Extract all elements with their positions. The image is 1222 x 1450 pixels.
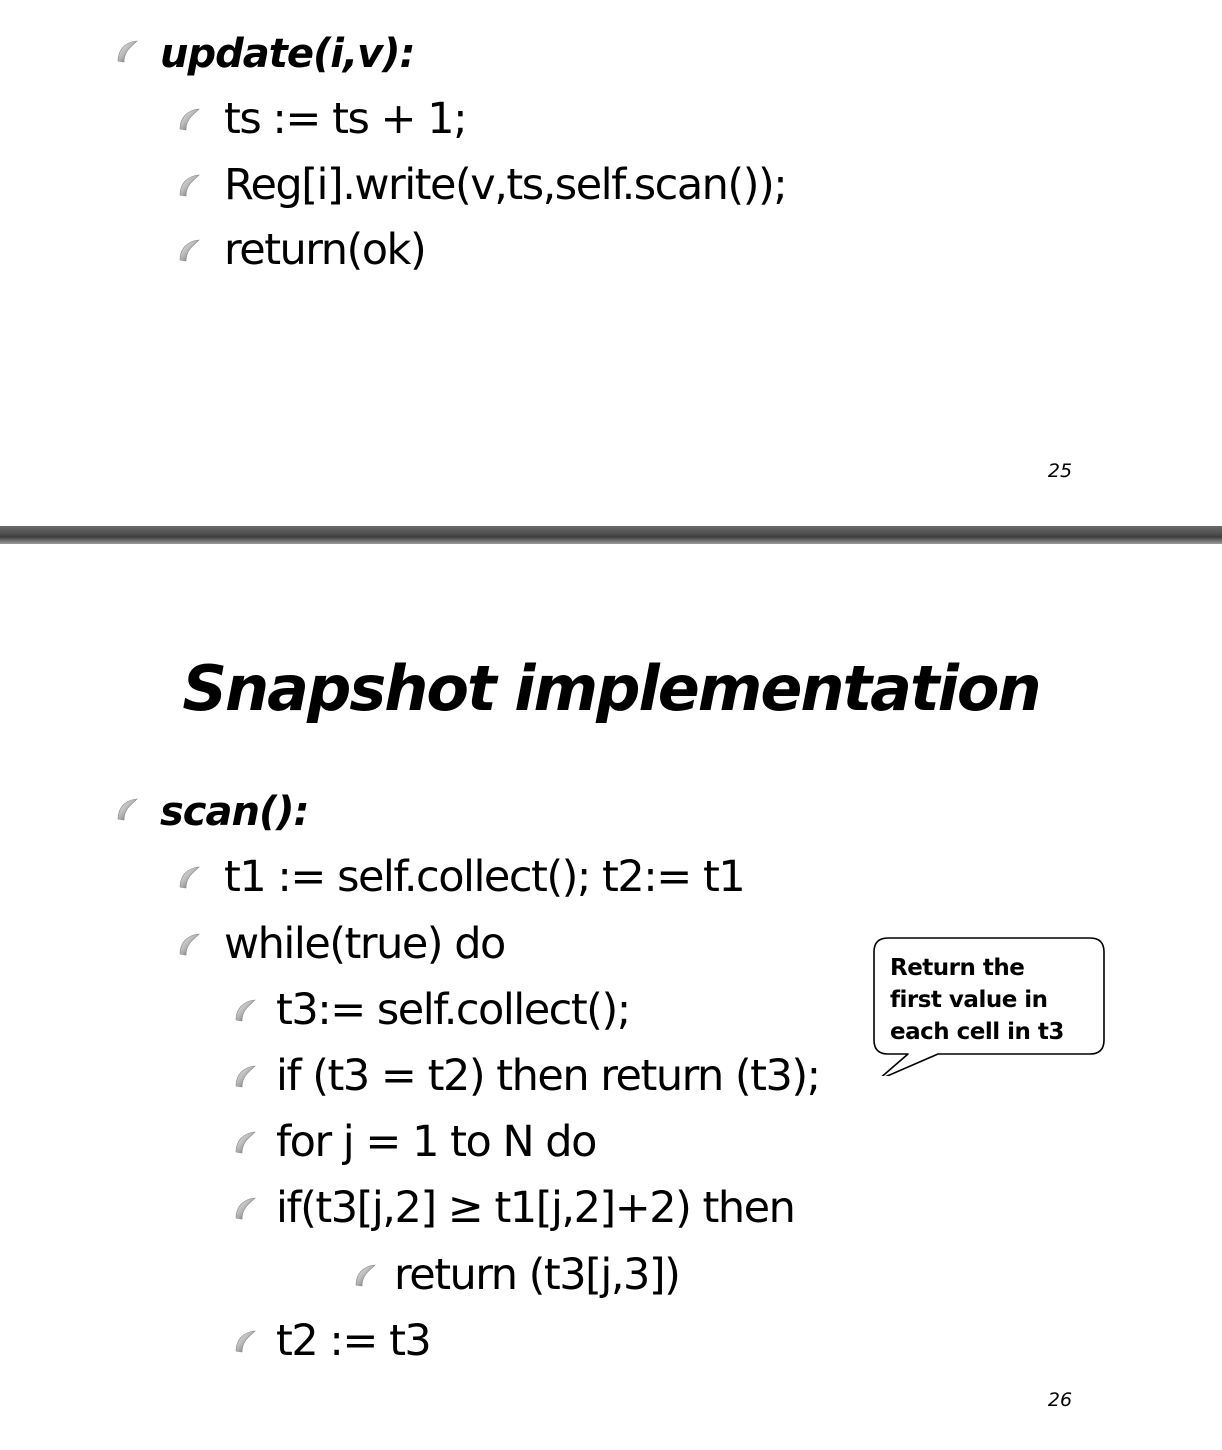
bullet-icon (114, 796, 140, 822)
slide-25-line-1-text: ts := ts + 1; (224, 94, 468, 144)
slide-title: Snapshot implementation (182, 652, 1041, 725)
bullet-icon (176, 172, 202, 198)
slide-25-heading: update(i,v): (160, 31, 416, 77)
slide-26-heading: scan(): (160, 789, 310, 835)
callout-bubble: Return the first value in each cell in t… (872, 936, 1106, 1076)
bullet-icon (232, 997, 258, 1023)
code-line-text: return (t3[j,3]) (394, 1250, 681, 1300)
page-number: 25 (1047, 460, 1073, 482)
code-line-text: if (t3 = t2) then return (t3); (276, 1051, 821, 1101)
bullet-icon (232, 1195, 258, 1221)
callout-line: first value in (890, 987, 1048, 1013)
bullet-icon (176, 864, 202, 890)
callout-line: Return the (890, 955, 1025, 981)
code-line-text: t1 := self.collect(); t2:= t1 (224, 852, 746, 902)
slide-25-line-3-text: return(ok) (224, 225, 427, 275)
bullet-icon (352, 1262, 378, 1288)
bullet-icon (232, 1328, 258, 1354)
bullet-icon (176, 106, 202, 132)
bullet-icon (176, 931, 202, 957)
code-line-text: for j = 1 to N do (276, 1117, 597, 1167)
callout-text: Return the first value in each cell in t… (890, 952, 1100, 1048)
code-line-text: t3:= self.collect(); (276, 985, 631, 1035)
slide-25-line-2-text: Reg[i].write(v,ts,self.scan()); (224, 160, 788, 210)
page-number: 26 (1047, 1389, 1073, 1411)
code-line-text: if(t3[j,2] ≥ t1[j,2]+2) then (276, 1183, 796, 1233)
slide-25: update(i,v): ts := ts + 1; Reg[i].write(… (0, 0, 1222, 526)
bullet-icon (176, 237, 202, 263)
callout-line: each cell in t3 (890, 1019, 1064, 1045)
slide-divider (0, 526, 1222, 544)
bullet-icon (232, 1129, 258, 1155)
code-line-text: while(true) do (224, 919, 506, 969)
slide-26: Snapshot implementation scan(): t1 := se… (0, 544, 1222, 1450)
code-line-text: t2 := t3 (276, 1316, 432, 1366)
bullet-icon (232, 1063, 258, 1089)
bullet-icon (114, 38, 140, 64)
